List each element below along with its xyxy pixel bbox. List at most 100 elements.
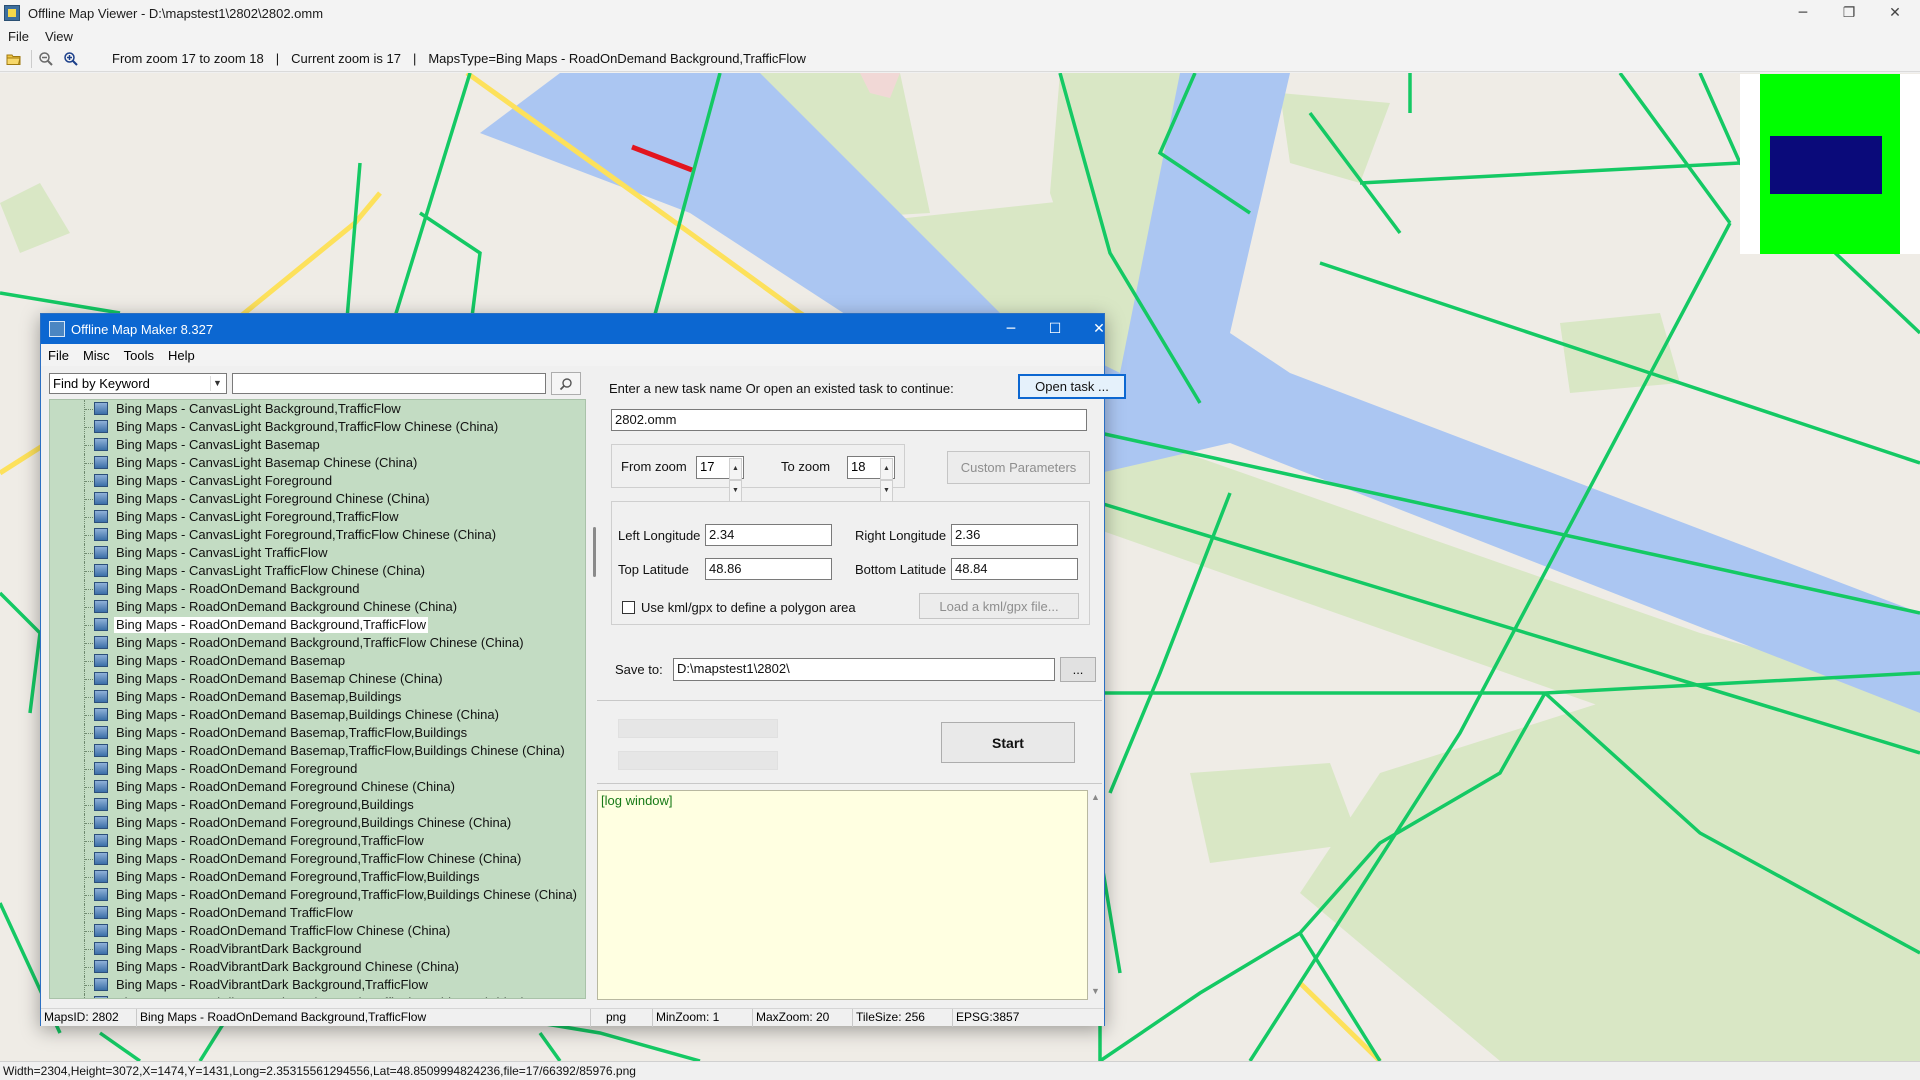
from-zoom-up-icon[interactable]: ▲: [729, 458, 742, 480]
list-item[interactable]: Bing Maps - RoadOnDemand Background Chin…: [50, 598, 580, 616]
use-kml-checkbox[interactable]: [622, 601, 635, 614]
list-item[interactable]: Bing Maps - RoadOnDemand Foreground,Traf…: [50, 868, 580, 886]
list-item[interactable]: Bing Maps - CanvasLight Foreground,Traff…: [50, 526, 580, 544]
list-item[interactable]: Bing Maps - RoadOnDemand TrafficFlow: [50, 904, 580, 922]
dialog-menu-misc[interactable]: Misc: [76, 348, 117, 363]
chevron-down-icon[interactable]: ▼: [210, 376, 224, 391]
restore-button[interactable]: ❐: [1826, 0, 1872, 26]
map-layer-icon: [94, 978, 108, 991]
list-item[interactable]: Bing Maps - CanvasLight TrafficFlow: [50, 544, 580, 562]
dialog-minimize-button[interactable]: ─: [989, 314, 1033, 344]
find-mode-select[interactable]: Find by Keyword ▼: [49, 373, 227, 394]
list-item[interactable]: Bing Maps - RoadOnDemand Foreground Chin…: [50, 778, 580, 796]
list-item[interactable]: Bing Maps - CanvasLight Basemap Chinese …: [50, 454, 580, 472]
list-item[interactable]: Bing Maps - RoadOnDemand Foreground,Buil…: [50, 814, 580, 832]
dialog-menu-help[interactable]: Help: [161, 348, 202, 363]
list-item-label: Bing Maps - RoadOnDemand Foreground,Buil…: [116, 815, 512, 830]
search-button[interactable]: [551, 372, 581, 395]
find-mode-value: Find by Keyword: [53, 376, 150, 391]
list-item[interactable]: Bing Maps - RoadOnDemand Basemap Chinese…: [50, 670, 580, 688]
list-item[interactable]: Bing Maps - RoadVibrantDark Background,T…: [50, 994, 580, 998]
minimap-viewport[interactable]: [1770, 136, 1882, 194]
minimize-button[interactable]: ─: [1780, 0, 1826, 26]
menu-file[interactable]: File: [0, 29, 37, 44]
custom-parameters-button[interactable]: Custom Parameters: [947, 451, 1090, 484]
minor-road: [1618, 73, 1732, 225]
dialog-menubar: File Misc Tools Help: [41, 344, 1104, 366]
keyword-input[interactable]: [232, 373, 546, 394]
list-item[interactable]: Bing Maps - RoadOnDemand Foreground,Traf…: [50, 850, 580, 868]
list-item[interactable]: Bing Maps - RoadOnDemand Foreground: [50, 760, 580, 778]
map-layer-icon: [94, 600, 108, 613]
list-item[interactable]: Bing Maps - CanvasLight Foreground: [50, 472, 580, 490]
list-item[interactable]: Bing Maps - CanvasLight Foreground Chine…: [50, 490, 580, 508]
scroll-up-icon[interactable]: ▲: [1091, 792, 1100, 802]
to-zoom-down-icon[interactable]: ▼: [880, 480, 893, 502]
dialog-menu-tools[interactable]: Tools: [117, 348, 161, 363]
list-item[interactable]: Bing Maps - CanvasLight Basemap: [50, 436, 580, 454]
top-latitude-input[interactable]: 48.86: [705, 558, 832, 580]
map-layer-icon: [94, 402, 108, 415]
list-item[interactable]: Bing Maps - RoadOnDemand Basemap,Buildin…: [50, 706, 580, 724]
map-type-list[interactable]: Bing Maps - CanvasLight Background,Traff…: [49, 399, 586, 999]
tree-connector: [85, 715, 93, 716]
list-item[interactable]: Bing Maps - RoadOnDemand Background: [50, 580, 580, 598]
zoom-in-icon[interactable]: [60, 48, 82, 70]
list-item[interactable]: Bing Maps - CanvasLight Background,Traff…: [50, 400, 580, 418]
right-longitude-input[interactable]: 2.36: [951, 524, 1078, 546]
from-zoom-down-icon[interactable]: ▼: [729, 480, 742, 502]
list-item[interactable]: Bing Maps - RoadVibrantDark Background,T…: [50, 976, 580, 994]
list-item[interactable]: Bing Maps - RoadOnDemand Foreground,Buil…: [50, 796, 580, 814]
save-path-input[interactable]: D:\mapstest1\2802\: [673, 658, 1055, 681]
load-kml-button[interactable]: Load a kml/gpx file...: [919, 593, 1079, 619]
list-item-label: Bing Maps - RoadOnDemand Background,Traf…: [114, 617, 428, 633]
dialog-maximize-button[interactable]: ☐: [1033, 314, 1077, 344]
list-item-label: Bing Maps - CanvasLight Background,Traff…: [116, 401, 401, 416]
list-item[interactable]: Bing Maps - RoadOnDemand Foreground,Traf…: [50, 832, 580, 850]
close-button[interactable]: ✕: [1872, 0, 1918, 26]
task-prompt: Enter a new task name Or open an existed…: [609, 381, 954, 396]
scroll-down-icon[interactable]: ▼: [1091, 986, 1100, 996]
section-divider: [597, 783, 1102, 784]
start-button[interactable]: Start: [941, 722, 1075, 763]
zoom-out-icon[interactable]: [35, 48, 57, 70]
log-window[interactable]: [log window]: [597, 790, 1088, 1000]
left-longitude-input[interactable]: 2.34: [705, 524, 832, 546]
list-item[interactable]: Bing Maps - CanvasLight Background,Traff…: [50, 418, 580, 436]
list-item[interactable]: Bing Maps - RoadOnDemand Basemap: [50, 652, 580, 670]
list-item[interactable]: Bing Maps - RoadOnDemand TrafficFlow Chi…: [50, 922, 580, 940]
to-zoom-up-icon[interactable]: ▲: [880, 458, 893, 480]
overview-minimap[interactable]: [1740, 74, 1920, 254]
map-layer-icon: [94, 582, 108, 595]
list-item[interactable]: Bing Maps - RoadOnDemand Basemap,Buildin…: [50, 688, 580, 706]
dialog-menu-file[interactable]: File: [41, 348, 76, 363]
from-zoom-stepper[interactable]: 17 ▲ ▼: [696, 456, 744, 502]
menu-view[interactable]: View: [37, 29, 81, 44]
list-item[interactable]: Bing Maps - RoadVibrantDark Background C…: [50, 958, 580, 976]
map-layer-icon: [94, 420, 108, 433]
to-zoom-stepper[interactable]: 18 ▲ ▼: [847, 456, 895, 502]
open-task-button[interactable]: Open task ...: [1018, 374, 1126, 399]
list-item[interactable]: Bing Maps - CanvasLight Foreground,Traff…: [50, 508, 580, 526]
bottom-latitude-input[interactable]: 48.84: [951, 558, 1078, 580]
list-item[interactable]: Bing Maps - RoadVibrantDark Background: [50, 940, 580, 958]
task-name-input[interactable]: 2802.omm: [611, 409, 1087, 431]
list-item[interactable]: Bing Maps - RoadOnDemand Background,Traf…: [50, 634, 580, 652]
open-folder-icon[interactable]: [3, 48, 25, 70]
list-item[interactable]: Bing Maps - CanvasLight TrafficFlow Chin…: [50, 562, 580, 580]
list-item-label: Bing Maps - RoadOnDemand Foreground,Buil…: [116, 797, 414, 812]
log-scrollbar[interactable]: ▲ ▼: [1088, 790, 1104, 1000]
list-item[interactable]: Bing Maps - RoadOnDemand Basemap,Traffic…: [50, 724, 580, 742]
map-layer-icon: [94, 708, 108, 721]
list-item-label: Bing Maps - CanvasLight Background,Traff…: [116, 419, 499, 434]
list-item[interactable]: Bing Maps - RoadOnDemand Foreground,Traf…: [50, 886, 580, 904]
browse-folder-button[interactable]: ...: [1060, 657, 1096, 682]
dialog-close-button[interactable]: ✕: [1077, 314, 1121, 344]
tree-connector: [85, 517, 93, 518]
main-titlebar: Offline Map Viewer - D:\mapstest1\2802\2…: [0, 0, 1920, 26]
list-item[interactable]: Bing Maps - RoadOnDemand Background,Traf…: [50, 616, 580, 634]
list-item-label: Bing Maps - RoadOnDemand TrafficFlow: [116, 905, 353, 920]
tree-connector: [85, 625, 93, 626]
scrollbar-thumb[interactable]: [593, 527, 596, 577]
list-item[interactable]: Bing Maps - RoadOnDemand Basemap,Traffic…: [50, 742, 580, 760]
